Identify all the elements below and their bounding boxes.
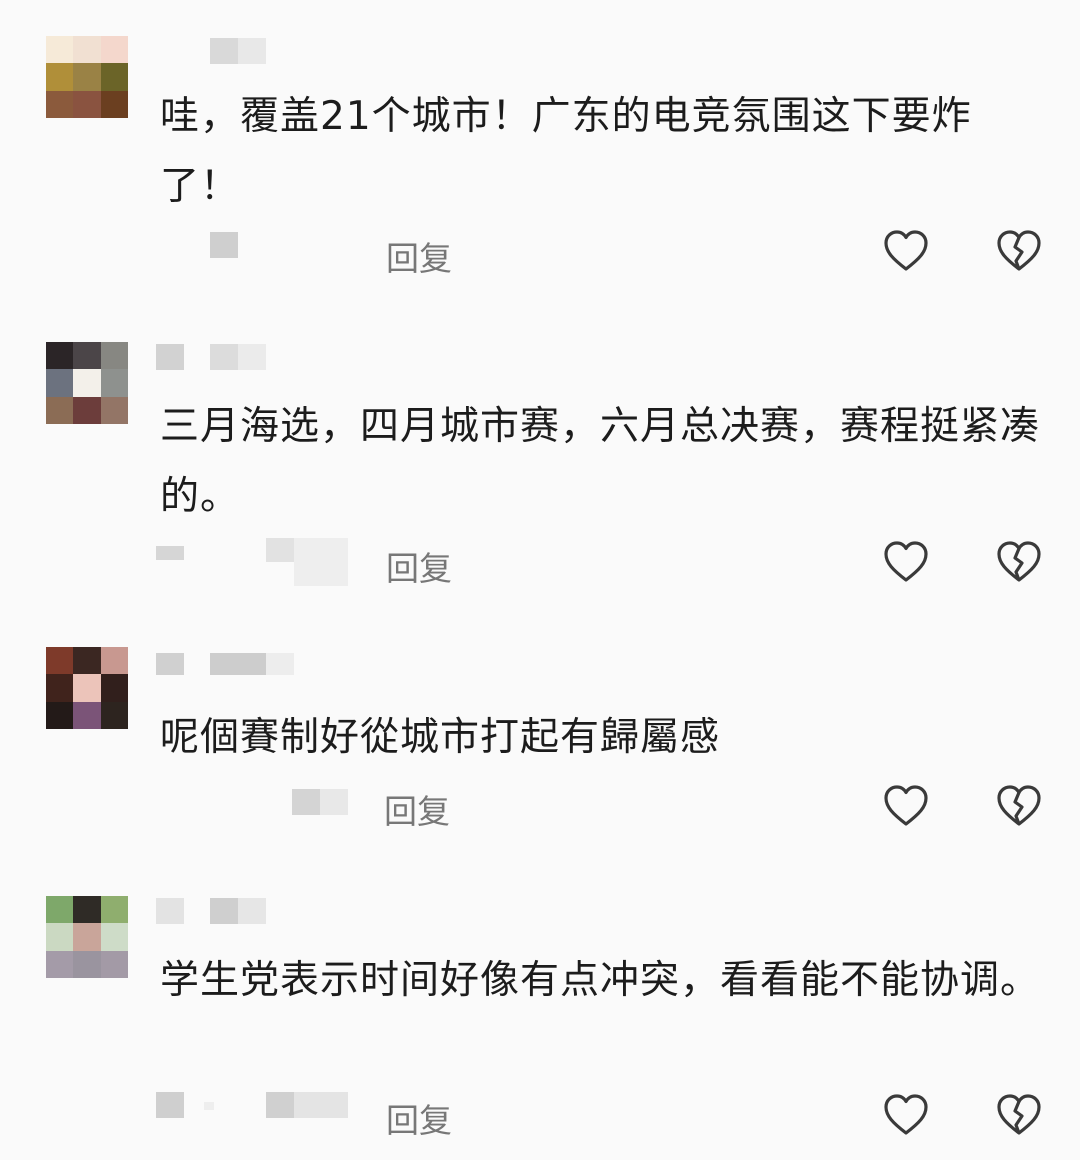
reply-button[interactable]: 回复 [386, 542, 452, 590]
like-icon[interactable] [882, 228, 930, 274]
comment-text: 学生党表示时间好像有点冲突，看看能不能协调。 [160, 958, 1041, 1003]
avatar-pixel [100, 342, 128, 370]
dislike-icon[interactable] [995, 228, 1043, 274]
avatar-pixel [100, 674, 128, 702]
avatar-pixel [73, 369, 101, 397]
avatar[interactable] [46, 896, 128, 978]
avatar-pixel [73, 647, 101, 675]
timestamp-mosaic [150, 230, 370, 274]
reply-button[interactable]: 回复 [386, 1094, 452, 1142]
avatar-pixel [73, 63, 101, 91]
like-icon[interactable] [882, 1092, 930, 1138]
avatar-pixel [46, 701, 74, 729]
like-icon[interactable] [882, 783, 930, 829]
avatar-pixel [100, 63, 128, 91]
avatar-pixel [46, 342, 74, 370]
dislike-icon[interactable] [995, 783, 1043, 829]
reply-button[interactable]: 回复 [386, 232, 452, 280]
comment-text: 哇，覆盖21个城市！广东的电竞氛围这下要炸了！ [160, 94, 972, 209]
timestamp-mosaic [150, 1092, 370, 1136]
avatar-pixel [100, 950, 128, 978]
avatar-pixel [100, 396, 128, 424]
avatar-pixel [73, 923, 101, 951]
avatar[interactable] [46, 342, 128, 424]
avatar-pixel [100, 36, 128, 64]
avatar-pixel [46, 950, 74, 978]
avatar-pixel [73, 90, 101, 118]
avatar-pixel [73, 36, 101, 64]
avatar-pixel [100, 647, 128, 675]
avatar-pixel [73, 896, 101, 924]
comment-text: 三月海选，四月城市赛，六月总决赛，赛程挺紧凑的。 [160, 404, 1041, 519]
avatar-pixel [100, 923, 128, 951]
avatar-pixel [46, 647, 74, 675]
avatar-pixel [46, 896, 74, 924]
avatar-pixel [46, 63, 74, 91]
avatar-pixel [46, 90, 74, 118]
avatar[interactable] [46, 647, 128, 729]
avatar-pixel [46, 674, 74, 702]
avatar-pixel [73, 396, 101, 424]
timestamp-mosaic [150, 785, 370, 829]
avatar-pixel [100, 701, 128, 729]
dislike-icon[interactable] [995, 1092, 1043, 1138]
avatar-pixel [46, 923, 74, 951]
avatar-pixel [100, 896, 128, 924]
reply-button[interactable]: 回复 [384, 785, 450, 833]
avatar-pixel [100, 90, 128, 118]
dislike-icon[interactable] [995, 539, 1043, 585]
avatar-pixel [100, 369, 128, 397]
avatar-pixel [46, 369, 74, 397]
avatar-pixel [73, 342, 101, 370]
avatar-pixel [46, 396, 74, 424]
avatar-pixel [46, 36, 74, 64]
timestamp-mosaic [150, 538, 370, 586]
like-icon[interactable] [882, 539, 930, 585]
avatar-pixel [73, 674, 101, 702]
avatar-pixel [73, 950, 101, 978]
comment-text: 呢個賽制好從城市打起有歸屬感 [160, 715, 721, 760]
avatar[interactable] [46, 36, 128, 118]
avatar-pixel [73, 701, 101, 729]
